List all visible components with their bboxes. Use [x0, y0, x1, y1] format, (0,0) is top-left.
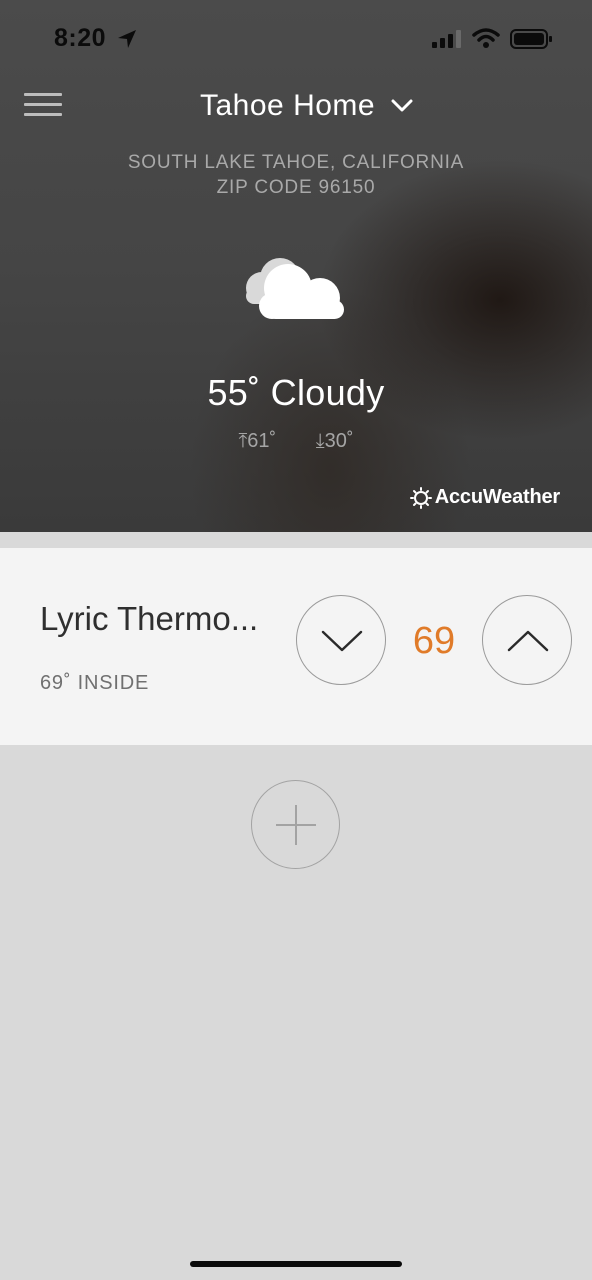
home-indicator[interactable]: [190, 1261, 402, 1267]
high-temp: ⤒61˚: [238, 430, 277, 452]
home-selector[interactable]: Tahoe Home: [200, 84, 440, 128]
inside-temp: 69˚ INSIDE: [40, 672, 150, 694]
battery-icon: [510, 29, 552, 49]
plus-icon: [276, 805, 316, 845]
high-low-temps: ⤒61˚ ⤓30˚: [0, 430, 592, 453]
location-info: SOUTH LAKE TAHOE, CALIFORNIA ZIP CODE 96…: [0, 150, 592, 200]
low-temp: ⤓30˚: [315, 430, 354, 452]
hamburger-menu-icon[interactable]: [22, 88, 66, 122]
chevron-down-icon: [391, 99, 413, 112]
accuweather-label: AccuWeather: [434, 486, 560, 508]
current-weather: 55˚ Cloudy: [207, 372, 385, 413]
chevron-up-icon: [507, 630, 549, 652]
location-city: SOUTH LAKE TAHOE, CALIFORNIA: [127, 152, 465, 173]
wifi-icon: [472, 28, 500, 48]
decrease-temp-button[interactable]: [296, 595, 386, 685]
status-bar: 8:20: [0, 0, 592, 78]
location-zip: ZIP CODE 96150: [216, 177, 376, 198]
setpoint-value: 69: [412, 620, 456, 662]
location-arrow-icon: [118, 30, 136, 48]
weather-header: 8:20 Tahoe Home SOUTH LAKE TAHOE, CALIFO…: [0, 0, 592, 532]
sun-icon: [409, 486, 432, 509]
thermostat-card[interactable]: Lyric Thermo... 69˚ INSIDE 69: [0, 548, 592, 745]
cellular-signal-icon: [432, 30, 461, 48]
home-title: Tahoe Home: [200, 89, 376, 122]
accuweather-logo: AccuWeather: [409, 486, 560, 509]
status-time: 8:20: [54, 24, 107, 52]
chevron-down-icon: [321, 630, 363, 652]
cloud-icon: [246, 258, 344, 319]
add-device-button[interactable]: [251, 780, 340, 869]
thermostat-name[interactable]: Lyric Thermo...: [40, 600, 286, 638]
increase-temp-button[interactable]: [482, 595, 572, 685]
